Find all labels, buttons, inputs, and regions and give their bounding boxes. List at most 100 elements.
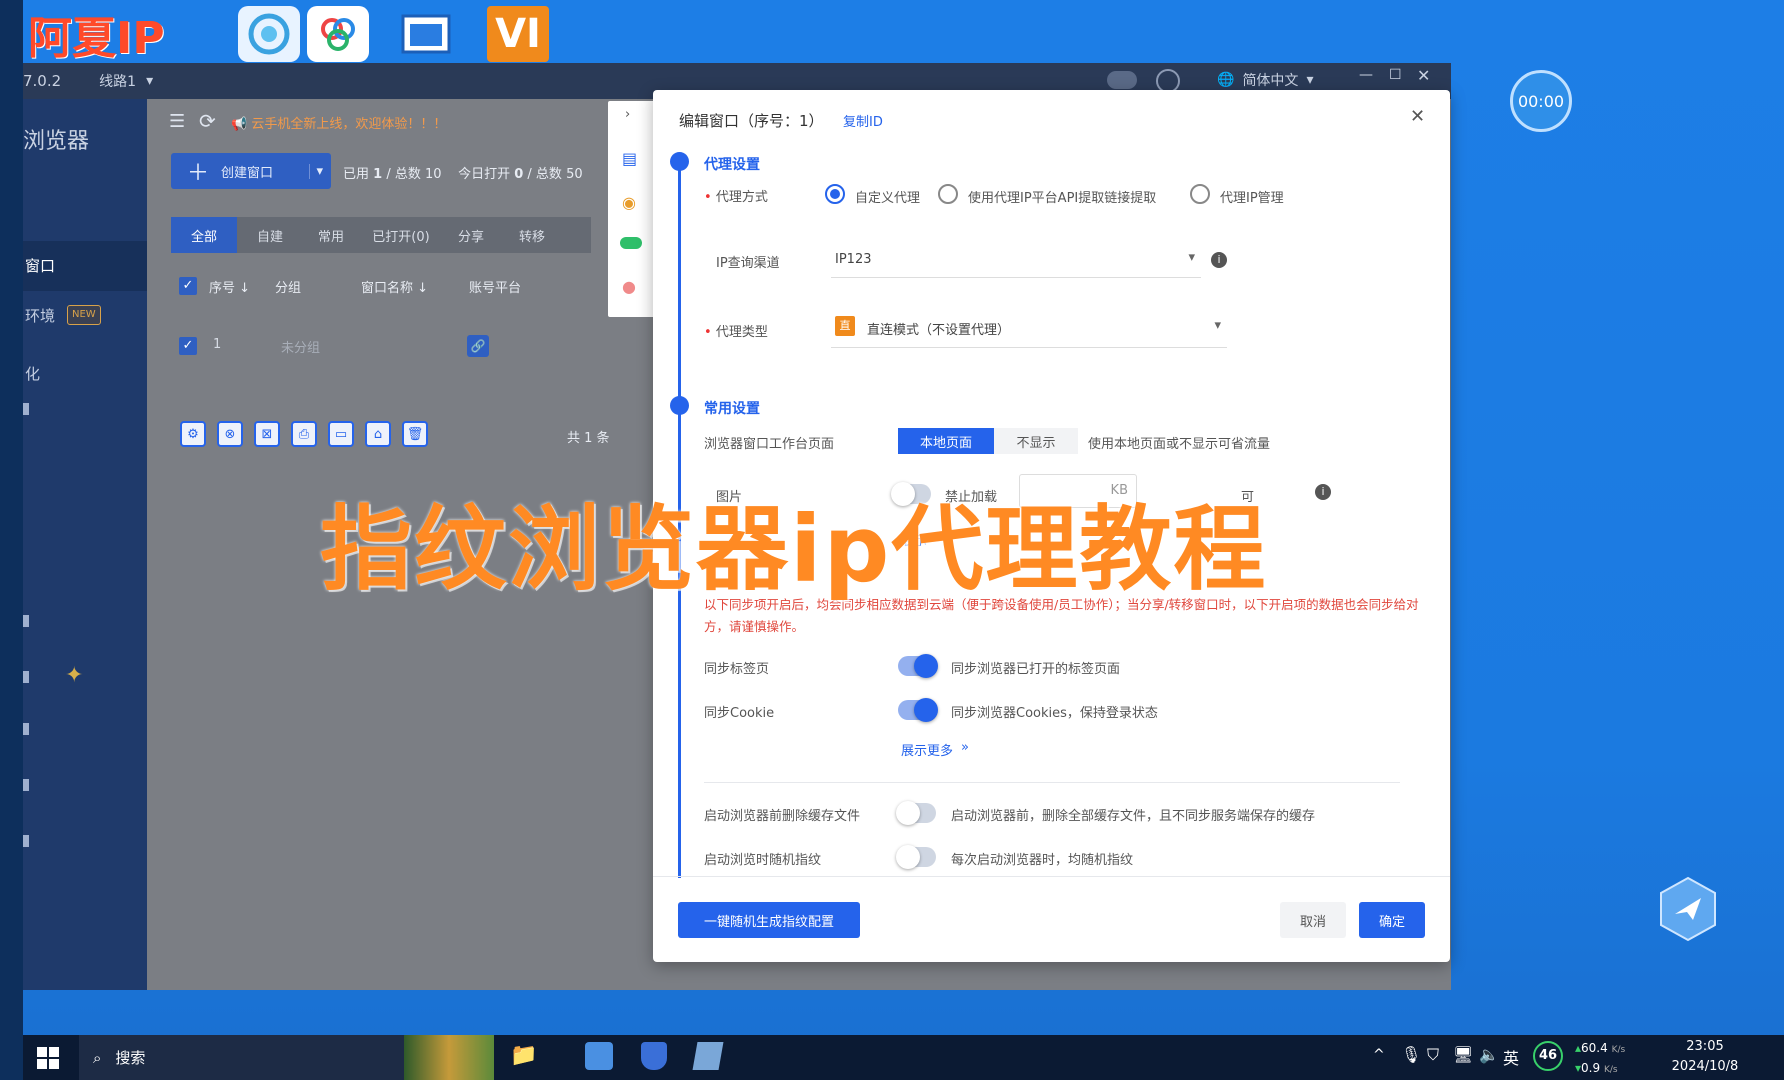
start-button[interactable] (37, 1047, 59, 1069)
ip-icon[interactable]: ◉ (622, 193, 636, 212)
chevron-down-icon: ▾ (1214, 318, 1221, 333)
ip-query-select[interactable]: IP123 ▾ (831, 240, 1201, 278)
browser-app-icon[interactable] (238, 6, 300, 62)
cloud-app-icon[interactable] (307, 6, 369, 62)
box-close-icon[interactable]: ⊠ (254, 421, 280, 447)
window-app-icon[interactable] (395, 6, 457, 62)
toggle-knob (914, 698, 938, 722)
tab-self-built[interactable]: 自建 (237, 217, 303, 253)
tab-all[interactable]: 全部 (171, 217, 237, 253)
sidebar-item-marker[interactable] (23, 671, 29, 683)
show-more-link[interactable]: 展示更多 » (901, 740, 969, 759)
megaphone-icon: 📢 (231, 117, 248, 132)
shield-app-icon[interactable] (641, 1042, 667, 1070)
vi-app-icon[interactable]: VI (487, 6, 549, 62)
maximize-button[interactable]: ☐ (1389, 67, 1402, 83)
minimize-button[interactable]: — (1359, 67, 1373, 83)
random-fp-toggle[interactable] (896, 845, 936, 869)
windows-logo-icon (37, 1059, 47, 1069)
store-icon[interactable]: ⌂ (365, 421, 391, 447)
line-label: 线路1 (99, 74, 137, 90)
create-window-label: 创建窗口 (221, 165, 274, 181)
ime-indicator[interactable]: 英 (1503, 1045, 1519, 1069)
sidebar-item-marker[interactable] (23, 723, 29, 735)
cancel-button[interactable]: 取消 (1280, 902, 1346, 938)
col-window-name-label: 窗口名称 (361, 281, 414, 296)
close-circle-icon[interactable]: ⊗ (217, 421, 243, 447)
toggle-icon[interactable] (1107, 71, 1137, 89)
print-icon[interactable]: ⎙ (291, 421, 317, 447)
info-icon[interactable]: i (1211, 252, 1227, 268)
notes-app-icon[interactable] (692, 1042, 724, 1070)
sidebar-item-marker[interactable] (23, 615, 29, 627)
random-config-button[interactable]: 一键随机生成指纹配置 (678, 902, 860, 938)
network-icon[interactable]: 🖥 (1453, 1045, 1473, 1064)
sync-tabs-toggle[interactable] (898, 654, 938, 678)
tab-transfer[interactable]: 转移 (499, 217, 565, 253)
col-index[interactable]: 序号 ↓ (209, 277, 250, 296)
sidebar-item-marker[interactable] (23, 779, 29, 791)
show-more-label: 展示更多 (901, 744, 954, 759)
tab-common[interactable]: 常用 (303, 217, 359, 253)
dialog-title: 编辑窗口（序号：1） (679, 112, 824, 130)
avatar-icon[interactable]: ● (622, 277, 636, 296)
tab-opened[interactable]: 已打开(0) (359, 217, 443, 253)
clock-date: 2024/10/8 (1671, 1059, 1739, 1074)
toggle-knob (896, 845, 920, 869)
refresh-icon[interactable]: ⟳ (199, 109, 216, 133)
select-all-checkbox[interactable]: ✓ (179, 277, 197, 295)
ok-button[interactable]: 确定 (1359, 902, 1425, 938)
sidebar-item-marker[interactable] (23, 835, 29, 847)
toggle-knob (914, 654, 938, 678)
windows-logo-icon (49, 1047, 59, 1057)
taskbar-search[interactable]: ⌕ 搜索 (79, 1035, 494, 1080)
radio-api[interactable] (938, 184, 958, 204)
open-label: 今日打开 (458, 167, 511, 182)
chat-icon[interactable]: ▤ (622, 149, 637, 168)
bird-app-icon[interactable] (1657, 876, 1719, 942)
workbench-local-button[interactable]: 本地页面 (898, 428, 994, 454)
brand-logo: 阿夏IP (28, 4, 165, 64)
notice-bar[interactable]: 📢 云手机全新上线，欢迎体验！！！ (231, 113, 446, 132)
speaker-icon[interactable]: 🔈 (1479, 1045, 1499, 1064)
toggle-icon[interactable] (620, 237, 642, 249)
trash-icon[interactable]: 🗑 (402, 421, 428, 447)
clear-cache-toggle[interactable] (896, 801, 936, 825)
radio-custom[interactable] (825, 184, 845, 204)
bird-taskbar-icon[interactable] (585, 1042, 613, 1070)
language-selector[interactable]: 🌐 简体中文 ▾ (1217, 70, 1313, 90)
record-timer[interactable]: 00:00 (1510, 70, 1572, 132)
radio-manage[interactable] (1190, 184, 1210, 204)
proxy-type-select[interactable]: 直 直连模式（不设置代理） ▾ (831, 308, 1227, 348)
microphone-icon[interactable]: 🎙 (1401, 1045, 1421, 1064)
window-icon[interactable]: ▭ (328, 421, 354, 447)
search-highlight-image (404, 1035, 494, 1080)
sync-cookie-toggle[interactable] (898, 698, 938, 722)
sidebar-item-marker[interactable] (23, 403, 29, 415)
copy-id-link[interactable]: 复制ID (843, 111, 883, 130)
close-window-button[interactable]: ✕ (1417, 66, 1430, 85)
sidebar-item-window[interactable]: 窗口 (23, 241, 147, 291)
settings-icon[interactable]: ⚙ (180, 421, 206, 447)
workbench-hide-button[interactable]: 不显示 (994, 428, 1078, 454)
create-window-button[interactable]: ＋ 创建窗口 ▾ (171, 153, 331, 189)
folder-icon[interactable]: 📁 (510, 1043, 537, 1068)
menu-collapse-icon[interactable]: ☰ (169, 111, 185, 132)
close-icon[interactable]: ✕ (1410, 106, 1425, 127)
chevron-up-icon[interactable]: ^ (1373, 1047, 1385, 1063)
clock[interactable]: 23:05 2024/10/8 (1665, 1037, 1745, 1077)
security-icon[interactable]: ⛉ (1427, 1045, 1439, 1065)
line-selector[interactable]: 线路1 ▾ (99, 71, 153, 91)
chevron-right-icon[interactable]: › (625, 107, 630, 122)
tab-share[interactable]: 分享 (443, 217, 499, 253)
ip-query-label: IP查询渠道 (716, 256, 780, 271)
sidebar-item-optimize[interactable]: 化 (23, 349, 147, 399)
chevron-down-icon[interactable]: ▾ (309, 163, 323, 179)
sidebar-item-environment[interactable]: 环境 NEW (23, 291, 147, 341)
performance-badge[interactable]: 46 (1533, 1041, 1563, 1071)
row-checkbox[interactable]: ✓ (179, 337, 197, 355)
sparkle-icon[interactable]: ✦ (65, 663, 83, 688)
link-icon[interactable]: 🔗 (467, 335, 489, 357)
table-row[interactable]: ✓ 1 未分组 🔗 (171, 333, 571, 363)
col-window-name[interactable]: 窗口名称 ↓ (361, 277, 428, 296)
